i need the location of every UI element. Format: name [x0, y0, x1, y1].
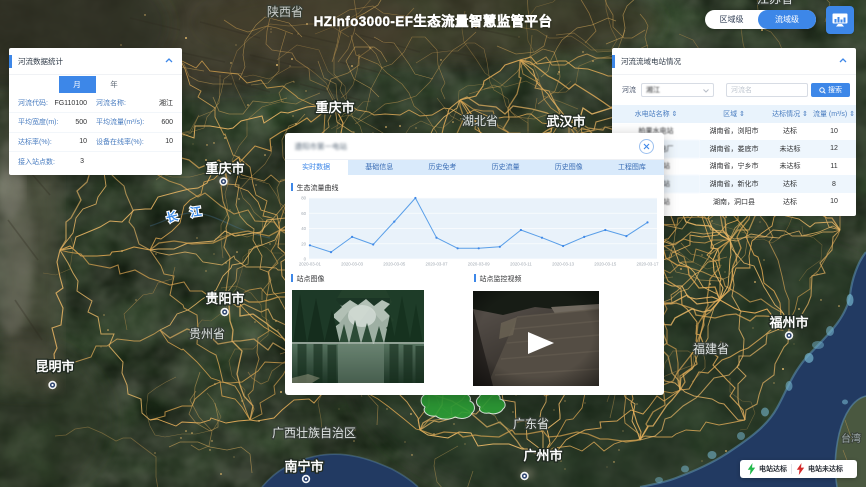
svg-text:2020-03-13: 2020-03-13 [552, 261, 575, 266]
svg-text:广西壮族自治区: 广西壮族自治区 [272, 426, 356, 440]
svg-text:福建省: 福建省 [693, 341, 729, 356]
svg-text:2020-03-05: 2020-03-05 [383, 261, 406, 266]
svg-text:40: 40 [301, 226, 306, 231]
svg-text:2020-03-17: 2020-03-17 [636, 261, 659, 266]
svg-text:2020-03-03: 2020-03-03 [341, 261, 364, 266]
svg-text:广州市: 广州市 [523, 448, 562, 463]
svg-text:武汉市: 武汉市 [546, 114, 585, 129]
svg-text:湖北省: 湖北省 [462, 113, 498, 128]
svg-text:80: 80 [301, 195, 306, 200]
svg-text:福州市: 福州市 [768, 315, 808, 330]
svg-text:2020-03-07: 2020-03-07 [425, 261, 448, 266]
svg-text:2020-03-09: 2020-03-09 [467, 261, 490, 266]
svg-text:江苏省: 江苏省 [757, 0, 793, 6]
svg-text:贵州省: 贵州省 [189, 327, 225, 341]
svg-text:20: 20 [301, 241, 306, 246]
svg-text:60: 60 [301, 210, 306, 215]
svg-text:重庆市: 重庆市 [205, 161, 244, 176]
svg-text:2020-03-01: 2020-03-01 [298, 261, 321, 266]
svg-text:广东省: 广东省 [513, 417, 549, 431]
svg-text:2020-03-15: 2020-03-15 [594, 261, 617, 266]
svg-text:南宁市: 南宁市 [284, 459, 323, 474]
svg-text:台湾: 台湾 [841, 432, 861, 445]
svg-text:重庆市: 重庆市 [315, 100, 354, 115]
svg-text:贵阳市: 贵阳市 [205, 291, 244, 306]
svg-text:2020-03-11: 2020-03-11 [510, 261, 532, 266]
svg-text:昆明市: 昆明市 [35, 359, 74, 374]
